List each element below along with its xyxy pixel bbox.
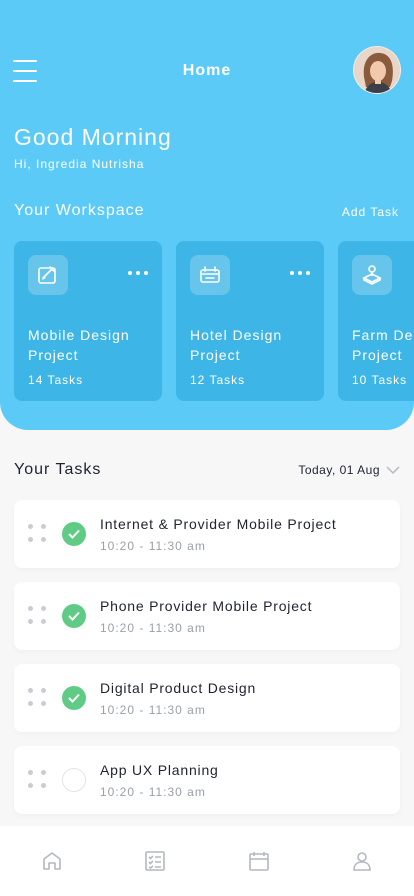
task-item[interactable]: App UX Planning 10:20 - 11:30 am [14, 746, 400, 814]
workspace-card-count: 12 Tasks [190, 373, 246, 387]
task-time: 10:20 - 11:30 am [100, 621, 206, 635]
workspace-card-title: Farm Design Project [352, 327, 414, 363]
avatar[interactable] [353, 46, 401, 94]
tab-home[interactable] [0, 826, 104, 896]
calendar-icon [248, 852, 269, 871]
bottom-tab-bar [0, 826, 414, 896]
task-time: 10:20 - 11:30 am [100, 539, 206, 553]
drag-handle-icon[interactable] [28, 770, 48, 790]
task-item[interactable]: Internet & Provider Mobile Project 10:20… [14, 500, 400, 568]
date-selector[interactable]: Today, 01 Aug [298, 463, 400, 477]
home-icon [42, 852, 61, 870]
workspace-card-title: Mobile Design Project [28, 327, 130, 363]
task-item[interactable]: Digital Product Design 10:20 - 11:30 am [14, 664, 400, 732]
task-title: Digital Product Design [100, 680, 257, 696]
workspace-card-mobile-design[interactable]: Mobile Design Project 14 Tasks [14, 241, 162, 401]
chevron-down-icon [386, 466, 400, 475]
date-label: Today, 01 Aug [298, 463, 380, 477]
page-title: Home [182, 62, 232, 79]
checklist-icon [145, 851, 166, 871]
tasks-section-title: Your Tasks [14, 461, 102, 478]
header-panel: Home Good Morning Hi, Ingredia Nutrisha … [0, 0, 414, 430]
hotel-icon [190, 255, 230, 295]
workspace-card-count: 10 Tasks [352, 373, 408, 387]
task-title: Phone Provider Mobile Project [100, 598, 313, 614]
design-edit-icon [28, 255, 68, 295]
task-title: App UX Planning [100, 762, 219, 778]
joystick-icon [352, 255, 392, 295]
check-circle-icon[interactable] [62, 522, 86, 546]
check-circle-icon[interactable] [62, 604, 86, 628]
check-circle-icon[interactable] [62, 686, 86, 710]
drag-handle-icon[interactable] [28, 688, 48, 708]
greeting-subtitle: Hi, Ingredia Nutrisha [14, 157, 145, 171]
drag-handle-icon[interactable] [28, 524, 48, 544]
add-task-link[interactable]: Add Task [342, 205, 399, 219]
workspace-card-count: 14 Tasks [28, 373, 84, 387]
tab-calendar[interactable] [207, 826, 311, 896]
tab-profile[interactable] [311, 826, 414, 896]
workspace-card-farm-design[interactable]: Farm Design Project 10 Tasks [338, 241, 414, 401]
more-options-icon[interactable] [290, 271, 310, 275]
task-time: 10:20 - 11:30 am [100, 785, 206, 799]
tab-tasks[interactable] [104, 826, 208, 896]
workspace-card-title: Hotel Design Project [190, 327, 283, 363]
task-time: 10:20 - 11:30 am [100, 703, 206, 717]
profile-icon [353, 852, 372, 871]
task-item[interactable]: Phone Provider Mobile Project 10:20 - 11… [14, 582, 400, 650]
workspace-title: Your Workspace [14, 202, 145, 219]
greeting-title: Good Morning [14, 124, 172, 150]
workspace-card-hotel-design[interactable]: Hotel Design Project 12 Tasks [176, 241, 324, 401]
drag-handle-icon[interactable] [28, 606, 48, 626]
more-options-icon[interactable] [128, 271, 148, 275]
unchecked-circle-icon[interactable] [62, 768, 86, 792]
task-title: Internet & Provider Mobile Project [100, 516, 337, 532]
